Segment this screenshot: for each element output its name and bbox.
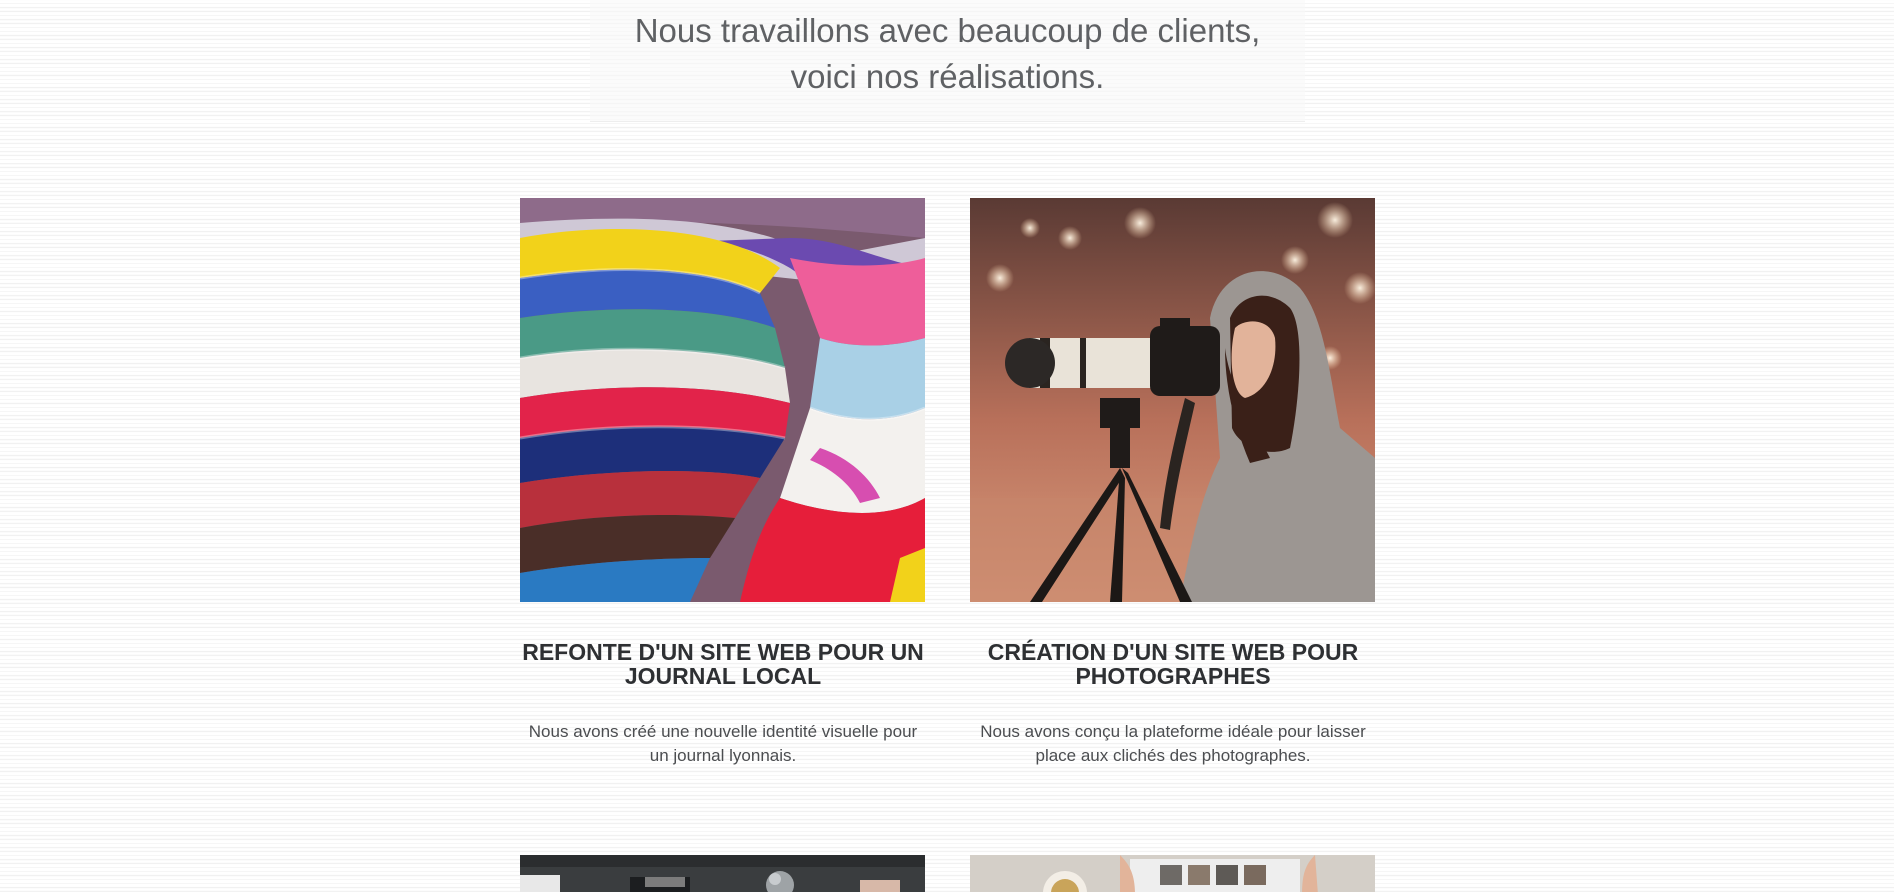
intro-line-2: voici nos réalisations.	[790, 58, 1105, 95]
desk-photos-photo-icon	[970, 855, 1375, 892]
magazines-photo-icon	[520, 198, 925, 602]
project-card-studio[interactable]	[520, 855, 925, 892]
project-card-photographes[interactable]: CRÉATION D'UN SITE WEB POUR PHOTOGRAPHES…	[970, 198, 1376, 768]
project-image-magazines[interactable]	[520, 198, 925, 602]
intro-section: Nous travaillons avec beaucoup de client…	[590, 0, 1305, 122]
project-description-photographes: Nous avons conçu la plateforme idéale po…	[980, 722, 1366, 765]
project-card-journal[interactable]: REFONTE D'UN SITE WEB POUR UN JOURNAL LO…	[520, 198, 926, 768]
project-title-photographes[interactable]: CRÉATION D'UN SITE WEB POUR PHOTOGRAPHES	[970, 640, 1376, 688]
project-description-journal: Nous avons créé une nouvelle identité vi…	[528, 722, 918, 765]
project-card-desk[interactable]	[970, 855, 1375, 892]
intro-line-1: Nous travaillons avec beaucoup de client…	[634, 12, 1261, 49]
photographer-photo-icon	[970, 198, 1375, 602]
studio-photo-icon	[520, 855, 925, 892]
project-title-journal[interactable]: REFONTE D'UN SITE WEB POUR UN JOURNAL LO…	[520, 640, 926, 688]
project-image-photographer[interactable]	[970, 198, 1375, 602]
intro-heading: Nous travaillons avec beaucoup de client…	[590, 8, 1305, 100]
